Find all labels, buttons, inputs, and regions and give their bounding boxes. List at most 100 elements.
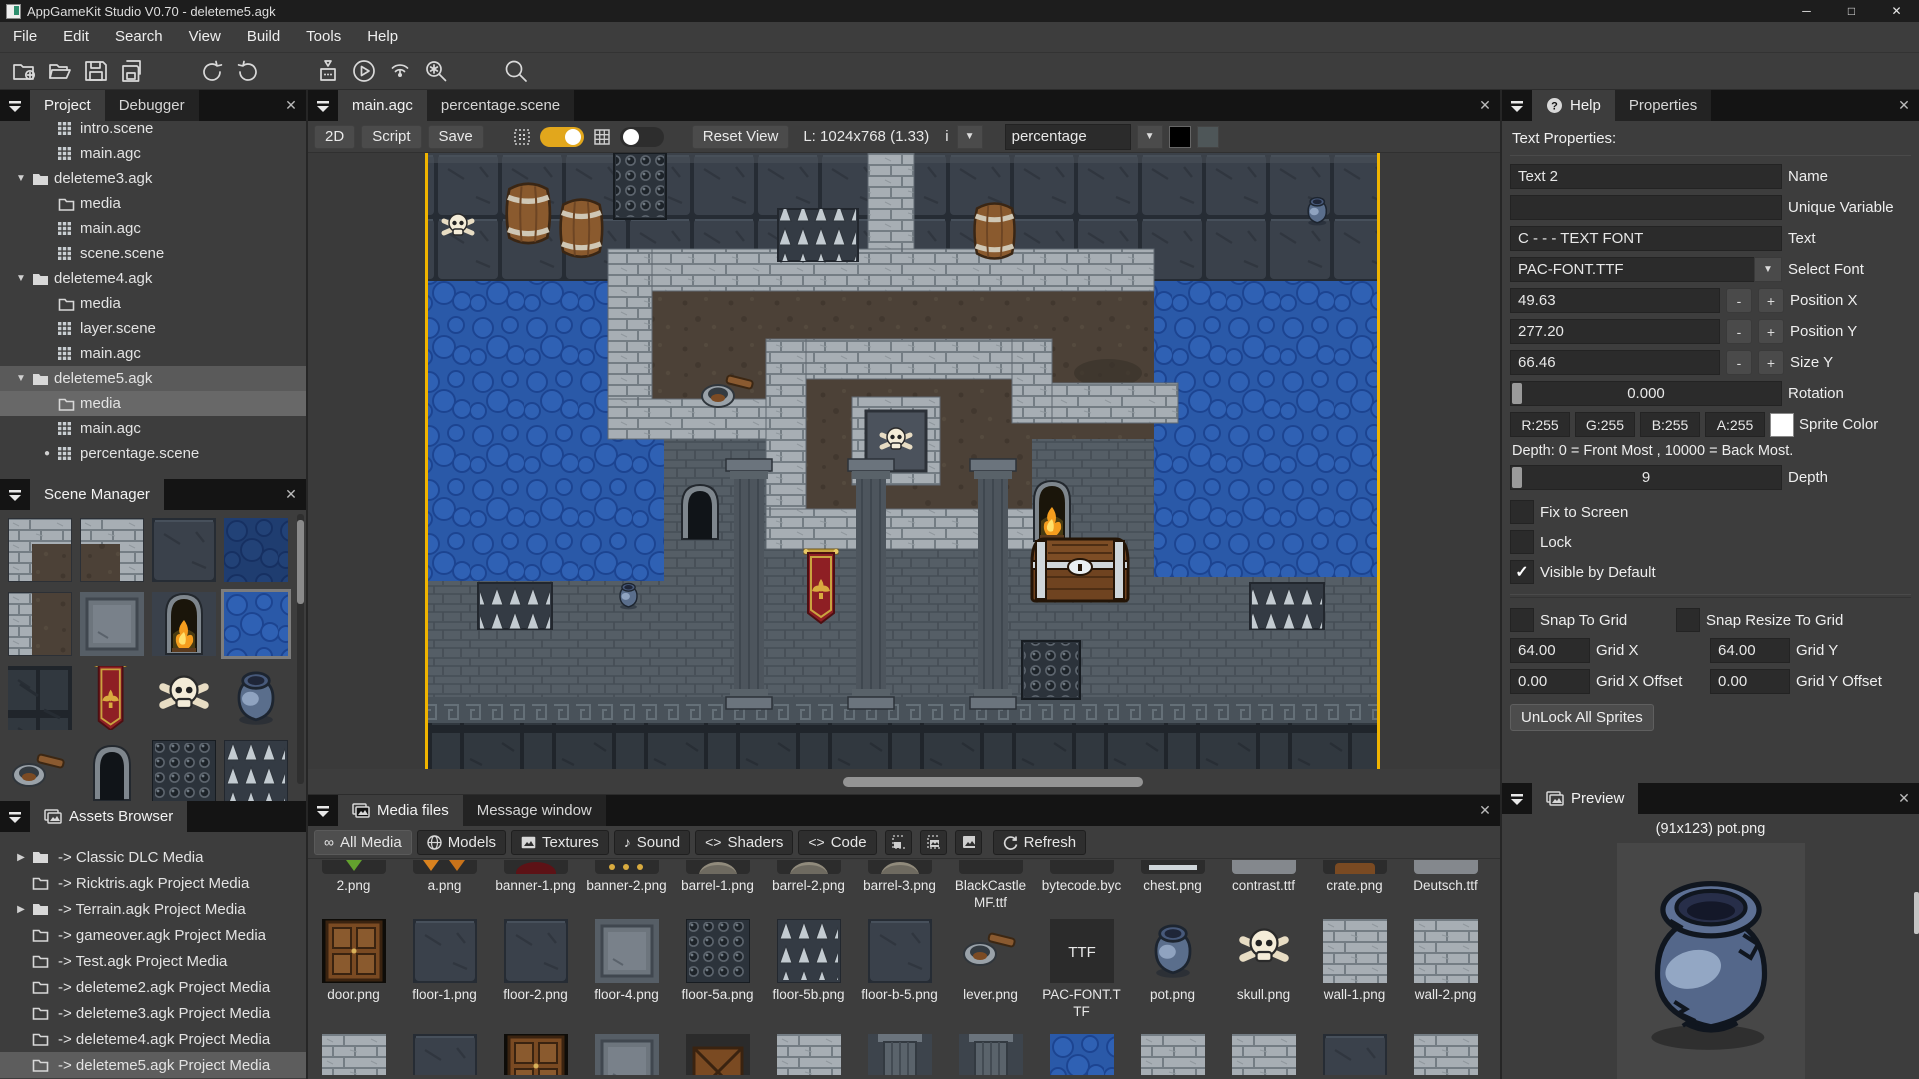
scene-tile-water-dim[interactable] bbox=[224, 518, 288, 582]
color-r-field[interactable]: R:255 bbox=[1510, 412, 1570, 437]
tree-item-deleteme3-agk[interactable]: ▼deleteme3.agk bbox=[0, 166, 306, 191]
tab-debugger[interactable]: Debugger bbox=[105, 90, 199, 121]
debug-icon[interactable] bbox=[418, 55, 454, 87]
chevron-down-icon[interactable]: ▼ bbox=[1754, 257, 1782, 282]
close-icon[interactable]: ✕ bbox=[276, 90, 306, 121]
grid-y-field[interactable] bbox=[1710, 638, 1790, 663]
panel-menu-icon[interactable] bbox=[0, 801, 30, 832]
grid-icon[interactable] bbox=[590, 125, 614, 149]
media-file-2-png[interactable]: 2.png bbox=[308, 860, 399, 911]
new-project-icon[interactable] bbox=[6, 55, 42, 87]
decrement-button[interactable]: - bbox=[1726, 319, 1752, 344]
asset-item-test-agk-project-media[interactable]: -> Test.agk Project Media bbox=[0, 948, 306, 974]
canvas-hscrollbar[interactable] bbox=[308, 769, 1500, 795]
decrement-button[interactable]: - bbox=[1726, 288, 1752, 313]
media-file[interactable] bbox=[763, 1034, 854, 1075]
lock-checkbox[interactable]: ✓ bbox=[1510, 530, 1534, 554]
media-file[interactable] bbox=[1218, 1034, 1309, 1075]
scene-tile-arch[interactable] bbox=[80, 740, 144, 801]
increment-button[interactable]: + bbox=[1758, 288, 1784, 313]
fix-to-screen-checkbox[interactable]: ✓ bbox=[1510, 500, 1534, 524]
color-g-field[interactable]: G:255 bbox=[1575, 412, 1635, 437]
scene-tile-skull[interactable] bbox=[152, 666, 216, 730]
snap-to-grid-checkbox[interactable]: ✓ bbox=[1510, 608, 1534, 632]
tree-item-intro-scene[interactable]: intro.scene bbox=[0, 121, 306, 141]
media-file-crate-png[interactable]: crate.png bbox=[1309, 860, 1400, 911]
grid-y-offset-field[interactable] bbox=[1710, 669, 1790, 694]
media-file-floor-5a-png[interactable]: floor-5a.png bbox=[672, 919, 763, 1020]
tree-item-main-agc[interactable]: main.agc bbox=[0, 341, 306, 366]
increment-button[interactable]: + bbox=[1758, 350, 1784, 375]
media-file[interactable] bbox=[1309, 1034, 1400, 1075]
tab-help[interactable]: ?Help bbox=[1532, 90, 1615, 121]
scene-tile-dark[interactable] bbox=[152, 518, 216, 582]
script-button[interactable]: Script bbox=[361, 125, 421, 149]
tree-item-scene-scene[interactable]: scene.scene bbox=[0, 241, 306, 266]
media-file-pot-png[interactable]: pot.png bbox=[1127, 919, 1218, 1020]
menu-build[interactable]: Build bbox=[234, 22, 293, 52]
scene-manager-scrollbar[interactable] bbox=[297, 514, 304, 784]
tree-item-main-agc[interactable]: main.agc bbox=[0, 141, 306, 166]
tree-item-media[interactable]: media bbox=[0, 391, 306, 416]
media-file-a-png[interactable]: a.png bbox=[399, 860, 490, 911]
sprite-color-swatch[interactable] bbox=[1770, 413, 1794, 437]
scene-tile-water[interactable] bbox=[224, 592, 288, 656]
media-file[interactable] bbox=[399, 1034, 490, 1075]
filter-shaders[interactable]: <>Shaders bbox=[695, 830, 793, 855]
broadcast-icon[interactable] bbox=[382, 55, 418, 87]
size-y-field[interactable] bbox=[1510, 350, 1720, 375]
maximize-button[interactable]: □ bbox=[1829, 0, 1874, 22]
secondary-color-swatch[interactable] bbox=[1197, 126, 1219, 148]
tab-media-files[interactable]: Media files bbox=[338, 795, 463, 826]
selection-image-icon[interactable] bbox=[920, 830, 947, 855]
filter-all-media[interactable]: ∞All Media bbox=[314, 830, 412, 855]
undo-icon[interactable] bbox=[194, 55, 230, 87]
tree-item-media[interactable]: media bbox=[0, 191, 306, 216]
close-icon[interactable]: ✕ bbox=[276, 479, 306, 510]
media-file[interactable] bbox=[1036, 1034, 1127, 1075]
filter-textures[interactable]: Textures bbox=[511, 830, 609, 855]
color-b-field[interactable]: B:255 bbox=[1640, 412, 1700, 437]
save-icon[interactable] bbox=[78, 55, 114, 87]
menu-edit[interactable]: Edit bbox=[50, 22, 102, 52]
media-file-floor-4-png[interactable]: floor-4.png bbox=[581, 919, 672, 1020]
media-file-barrel-3-png[interactable]: barrel-3.png bbox=[854, 860, 945, 911]
media-file[interactable] bbox=[854, 1034, 945, 1075]
close-icon[interactable]: ✕ bbox=[1470, 795, 1500, 826]
media-file-floor-b-5-png[interactable]: floor-b-5.png bbox=[854, 919, 945, 1020]
scene-tile-wall-b[interactable] bbox=[80, 518, 144, 582]
media-file-door-png[interactable]: door.png bbox=[308, 919, 399, 1020]
tab-main-agc[interactable]: main.agc bbox=[338, 90, 427, 121]
media-file-bytecode-byc[interactable]: bytecode.byc bbox=[1036, 860, 1127, 911]
compile-icon[interactable] bbox=[310, 55, 346, 87]
slider-handle[interactable] bbox=[1512, 467, 1522, 488]
unlock-all-sprites-button[interactable]: UnLock All Sprites bbox=[1510, 704, 1654, 731]
media-file-blackcastlemf-ttf[interactable]: BlackCastleMF.ttf bbox=[945, 860, 1036, 911]
menu-view[interactable]: View bbox=[176, 22, 234, 52]
font-field[interactable] bbox=[1510, 257, 1754, 282]
menu-tools[interactable]: Tools bbox=[293, 22, 354, 52]
scrollbar-thumb[interactable] bbox=[843, 777, 1143, 787]
panel-scrollbar-thumb[interactable] bbox=[1914, 892, 1919, 934]
chevron-down-icon[interactable]: ▼ bbox=[1137, 125, 1163, 149]
save-all-icon[interactable] bbox=[114, 55, 150, 87]
slider-handle[interactable] bbox=[1512, 383, 1522, 404]
depth-slider[interactable]: 9 bbox=[1510, 465, 1782, 490]
position-x-field[interactable] bbox=[1510, 288, 1720, 313]
media-file-contrast-ttf[interactable]: contrast.ttf bbox=[1218, 860, 1309, 911]
close-icon[interactable]: ✕ bbox=[1889, 90, 1919, 121]
close-icon[interactable]: ✕ bbox=[1470, 90, 1500, 121]
name-field[interactable] bbox=[1510, 164, 1782, 189]
grid-snap-toggle[interactable] bbox=[540, 127, 584, 147]
close-icon[interactable]: ✕ bbox=[1889, 783, 1919, 814]
tab-preview[interactable]: Preview bbox=[1532, 783, 1638, 814]
tree-item-main-agc[interactable]: main.agc bbox=[0, 216, 306, 241]
tab-project[interactable]: Project bbox=[30, 90, 105, 121]
tree-item-deleteme5-agk[interactable]: ▼deleteme5.agk bbox=[0, 366, 306, 391]
filter-sound[interactable]: ♪Sound bbox=[614, 830, 690, 855]
media-file-lever-png[interactable]: lever.png bbox=[945, 919, 1036, 1020]
media-file-floor-2-png[interactable]: floor-2.png bbox=[490, 919, 581, 1020]
decrement-button[interactable]: - bbox=[1726, 350, 1752, 375]
scene-tile-wall-c[interactable] bbox=[8, 592, 72, 656]
asset-item-terrain-agk-project-media[interactable]: ▶-> Terrain.agk Project Media bbox=[0, 896, 306, 922]
